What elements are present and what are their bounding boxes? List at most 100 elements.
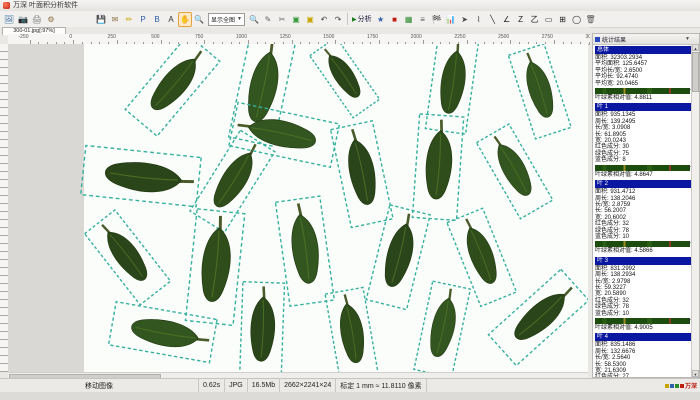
- brand-logo-text: 万深: [685, 381, 697, 390]
- pencil-icon[interactable]: ✏: [122, 12, 136, 27]
- results-icon: [595, 37, 600, 42]
- view-mode-label: 显示全图: [211, 15, 235, 24]
- camera-icon[interactable]: 📷: [16, 12, 30, 27]
- b-tool-icon[interactable]: B: [150, 12, 164, 27]
- image-canvas[interactable]: [8, 44, 588, 372]
- section-header: 叶 3: [595, 257, 691, 265]
- chlorophyll-line: 叶绿素相对值: 4.9005: [595, 325, 692, 331]
- toolbar: 🖼📷🖨⚙💾✉✏PBA✋🔍显示全图▼🔍✎✂▣▣↶↷▶分析★■▦≡🏁📊➤⌇╲∠Z乙▭…: [0, 11, 700, 28]
- panel-vertical-scrollbar[interactable]: ▲ ▼: [691, 44, 699, 377]
- polyline-tool-icon[interactable]: 乙: [528, 12, 542, 27]
- flag-icon[interactable]: 🏁: [430, 12, 444, 27]
- ruler-label: 1750: [367, 34, 378, 40]
- ruler-label: 2500: [498, 34, 509, 40]
- delete-icon[interactable]: 🗑: [584, 12, 598, 27]
- magnifier-icon[interactable]: 🔍: [192, 12, 206, 27]
- redo-icon[interactable]: ↷: [331, 12, 345, 27]
- ruler-label: 2000: [411, 34, 422, 40]
- scroll-down-icon[interactable]: ▼: [692, 370, 699, 377]
- results-panel: 统计结果 ▼ 总体面积: 32303.2934平均面积: 125.6457平均长…: [592, 33, 700, 378]
- scroll-up-icon[interactable]: ▲: [692, 44, 699, 51]
- section-header: 总体: [595, 46, 691, 54]
- application-window: 万深 叶面积分析软件 🖼📷🖨⚙💾✉✏PBA✋🔍显示全图▼🔍✎✂▣▣↶↷▶分析★■…: [0, 0, 700, 400]
- logo-color-square: [665, 384, 669, 388]
- save-icon[interactable]: 💾: [94, 12, 108, 27]
- ruler-label: 3000: [585, 34, 590, 40]
- brand-logo: 万深: [665, 379, 700, 392]
- pointer-icon[interactable]: ➤: [458, 12, 472, 27]
- panel-scrollbar-thumb[interactable]: [692, 52, 699, 92]
- zigzag-tool-icon[interactable]: Z: [514, 12, 528, 27]
- chlorophyll-line: 叶绿素相对值: 4.5866: [595, 248, 692, 254]
- leaf-color-swatch-bar: [595, 88, 690, 94]
- zoom-in-icon[interactable]: 🔍: [247, 12, 261, 27]
- ruler-label: -250: [18, 34, 28, 40]
- status-filesize: 16.5Mb: [248, 379, 280, 392]
- p-tool-icon[interactable]: P: [136, 12, 150, 27]
- ruler-label: 2750: [542, 34, 553, 40]
- star-icon[interactable]: ★: [374, 12, 388, 27]
- chlorophyll-line: 叶绿素相对值: 4.8647: [595, 172, 692, 178]
- ruler-label: 1000: [236, 34, 247, 40]
- status-format: JPG: [225, 379, 248, 392]
- leaf-color-swatch-bar: [595, 241, 690, 247]
- rect-tool-icon[interactable]: ▭: [542, 12, 556, 27]
- open-image-icon[interactable]: 🖼: [2, 12, 16, 27]
- eyedropper-icon[interactable]: ✎: [261, 12, 275, 27]
- stop-icon[interactable]: ■: [388, 12, 402, 27]
- crop-icon[interactable]: ✂: [275, 12, 289, 27]
- toolbar-separator: [347, 13, 348, 25]
- status-spacer: [427, 379, 665, 392]
- results-list: 总体面积: 32303.2934平均面积: 125.6457平均长/宽: 2.6…: [593, 44, 692, 377]
- app-icon: [3, 2, 10, 9]
- mail-icon[interactable]: ✉: [108, 12, 122, 27]
- analyze-button[interactable]: ▶分析: [352, 13, 372, 25]
- ruler-label: 250: [108, 34, 116, 40]
- scanner-icon[interactable]: 🖨: [30, 12, 44, 27]
- view-mode-dropdown[interactable]: 显示全图▼: [208, 13, 245, 26]
- layer-green-icon[interactable]: ▣: [289, 12, 303, 27]
- section-header: 叶 4: [595, 333, 691, 341]
- stat-line: 蓝色成分: 10: [595, 311, 692, 317]
- pan-tool-icon[interactable]: ✋: [178, 12, 192, 27]
- leaf-color-swatch-bar: [595, 165, 690, 171]
- status-dimensions: 2662×2241×24: [280, 379, 336, 392]
- grid-tool-icon[interactable]: ⊞: [556, 12, 570, 27]
- line-tool-icon[interactable]: ╲: [486, 12, 500, 27]
- chart-icon[interactable]: 📊: [444, 12, 458, 27]
- ruler-label: 1250: [280, 34, 291, 40]
- ruler-label: 2250: [454, 34, 465, 40]
- analyze-label: 分析: [358, 14, 372, 24]
- stat-line: 红色成分: 27: [595, 374, 692, 377]
- layer-yellow-icon[interactable]: ▣: [303, 12, 317, 27]
- stat-line: 蓝色成分: 10: [595, 234, 692, 240]
- status-calibration: 标定 1 mm ≈ 11.8110 像素: [336, 379, 426, 392]
- ruler-label: 1500: [323, 34, 334, 40]
- play-icon: ▶: [352, 16, 357, 23]
- ruler-label: 0: [69, 34, 72, 40]
- window-bottom-edge: [0, 392, 700, 400]
- status-time: 0.62s: [199, 379, 225, 392]
- chevron-down-icon[interactable]: ▼: [685, 36, 690, 42]
- status-mode: 移动图像: [0, 379, 199, 392]
- logo-color-square: [675, 384, 679, 388]
- section-header: 叶 2: [595, 180, 691, 188]
- angle-tool-icon[interactable]: ∠: [500, 12, 514, 27]
- logo-color-square: [670, 384, 674, 388]
- ruler-label: 750: [195, 34, 203, 40]
- document-tab-row: 300-01.jpg[:97%]: [0, 27, 590, 34]
- section-header: 叶 1: [595, 103, 691, 111]
- circle-tool-icon[interactable]: ◯: [570, 12, 584, 27]
- window-title: 万深 叶面积分析软件: [13, 1, 78, 11]
- chevron-down-icon: ▼: [237, 16, 242, 22]
- leaf-color-swatch-bar: [595, 318, 690, 324]
- undo-icon[interactable]: ↶: [317, 12, 331, 27]
- table-icon[interactable]: ▦: [402, 12, 416, 27]
- ruler-minor-tick: [589, 42, 590, 44]
- settings-icon[interactable]: ⚙: [44, 12, 58, 27]
- list-icon[interactable]: ≡: [416, 12, 430, 27]
- text-tool-icon[interactable]: A: [164, 12, 178, 27]
- status-bar: 移动图像 0.62s JPG 16.5Mb 2662×2241×24 标定 1 …: [0, 378, 700, 392]
- curve-icon[interactable]: ⌇: [472, 12, 486, 27]
- results-panel-title: 统计结果: [602, 35, 626, 44]
